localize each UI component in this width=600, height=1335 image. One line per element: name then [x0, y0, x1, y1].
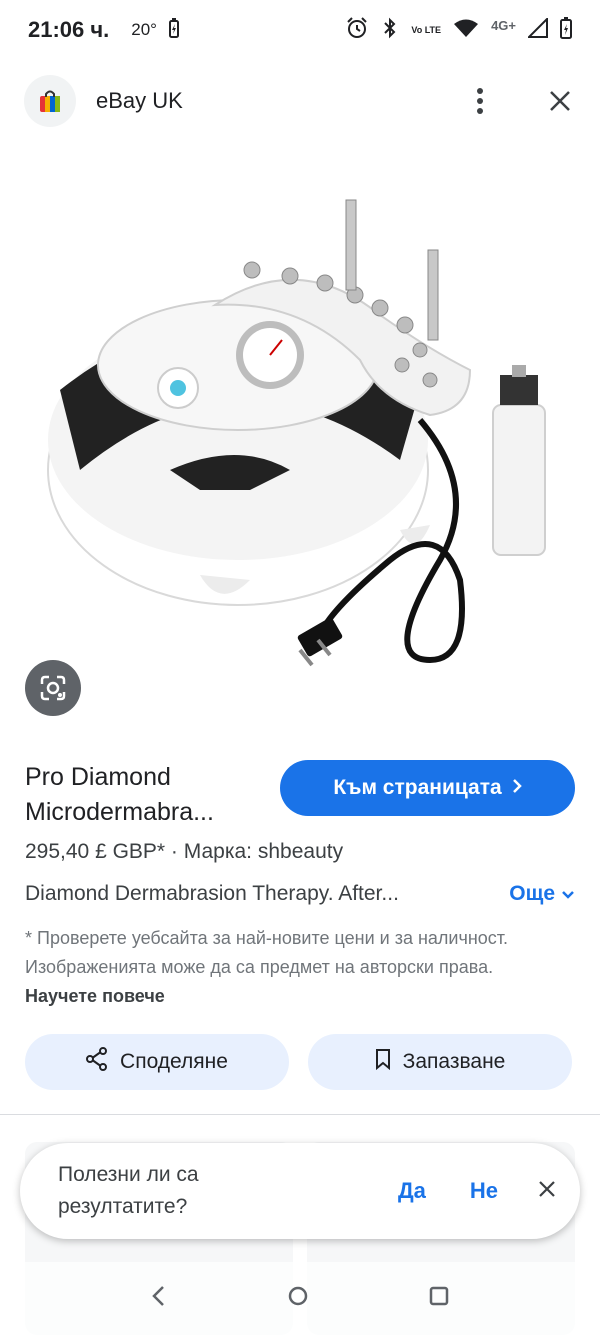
site-title: eBay UK — [96, 88, 183, 113]
wifi-icon — [453, 18, 479, 43]
more-label: Още — [509, 882, 555, 905]
bluetooth-icon — [381, 16, 399, 45]
feedback-no-button[interactable]: Не — [470, 1178, 498, 1204]
back-icon[interactable] — [151, 1285, 167, 1312]
alarm-icon — [345, 16, 369, 45]
disclaimer-text: * Проверете уебсайта за най-новите цени … — [25, 928, 509, 977]
feedback-close-icon[interactable] — [538, 1180, 556, 1203]
status-temperature: 20° — [131, 20, 157, 39]
feedback-yes-button[interactable]: Да — [398, 1178, 426, 1204]
more-vert-icon[interactable] — [464, 85, 496, 117]
feedback-question: Полезни ли са резултатите? — [58, 1163, 199, 1218]
app-header: eBay UK — [0, 70, 600, 132]
shopping-bag-icon — [24, 75, 76, 127]
close-icon[interactable] — [544, 85, 576, 117]
visit-page-label: Към страницата — [333, 776, 502, 799]
visit-page-button[interactable]: Към страницата — [280, 760, 575, 816]
battery-icon — [560, 16, 572, 44]
description-row: Diamond Dermabrasion Therapy. After... О… — [25, 882, 575, 906]
status-time: 21:06 ч. — [28, 17, 110, 42]
product-image[interactable] — [0, 140, 600, 740]
chevron-right-icon — [512, 776, 522, 800]
product-title-line-1: Pro Diamond — [25, 763, 171, 791]
more-button[interactable]: Още — [509, 882, 575, 906]
bookmark-icon — [375, 1048, 391, 1076]
price-brand: 295,40 £ GBP* · Марка: shbeauty — [25, 840, 344, 863]
product-title-line-2: Microdermabra... — [25, 798, 214, 826]
section-divider — [0, 1114, 600, 1115]
product-description: Diamond Dermabrasion Therapy. After... — [25, 882, 399, 905]
battery-saver-icon — [168, 17, 179, 43]
system-nav-bar — [0, 1262, 600, 1335]
recents-icon[interactable] — [429, 1286, 449, 1311]
product-title: Pro Diamond Microdermabra... — [25, 760, 275, 830]
signal-icon — [526, 16, 548, 43]
home-icon[interactable] — [287, 1285, 309, 1312]
disclaimer: * Проверете уебсайта за най-новите цени … — [25, 924, 565, 1011]
share-label: Споделяне — [120, 1050, 228, 1073]
share-icon — [86, 1047, 108, 1077]
learn-more-link[interactable]: Научете повече — [25, 986, 165, 1006]
feedback-card: Полезни ли са резултатите? Да Не — [20, 1143, 580, 1239]
save-button[interactable]: Запазване — [308, 1034, 572, 1090]
status-icons: Vo LTE 4G+ — [345, 16, 572, 45]
status-bar: 21:06 ч. 20° Vo LTE 4G+ — [0, 0, 600, 60]
share-button[interactable]: Споделяне — [25, 1034, 289, 1090]
volte-indicator: Vo LTE — [411, 25, 442, 35]
network-type: 4G+ — [491, 17, 516, 33]
save-label: Запазване — [402, 1050, 506, 1073]
google-lens-icon[interactable] — [25, 660, 81, 716]
chevron-down-icon — [561, 882, 575, 906]
